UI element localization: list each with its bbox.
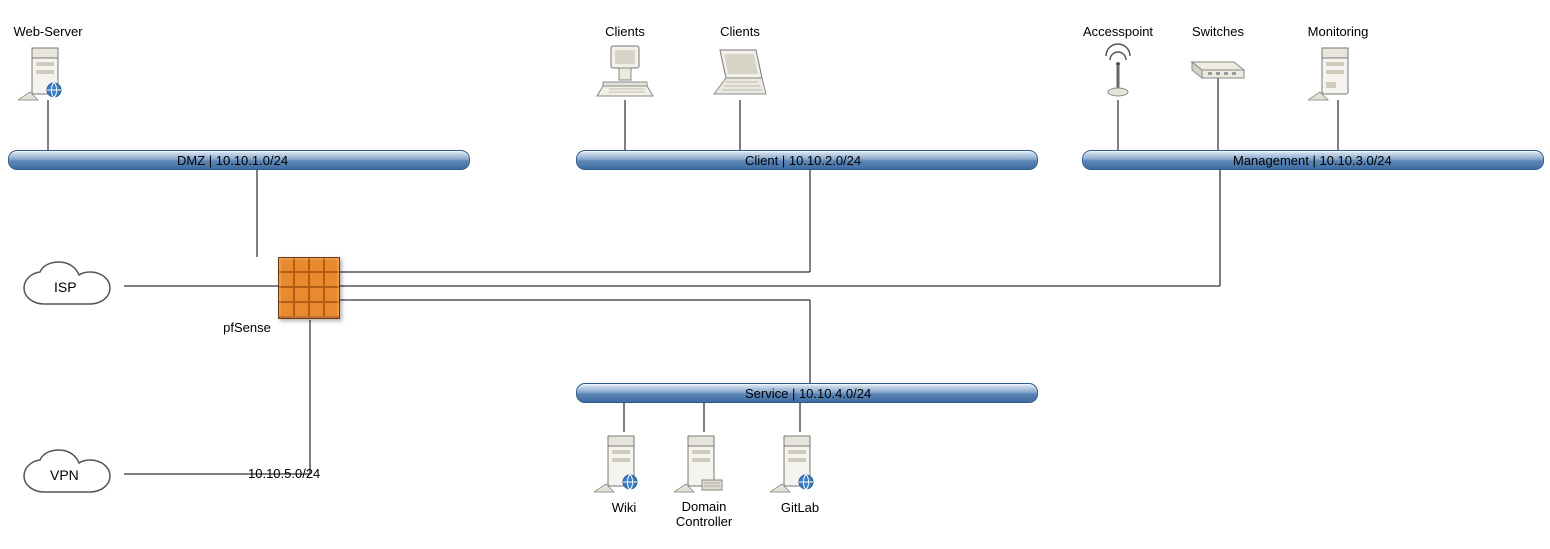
service-segment: Service | 10.10.4.0/24 xyxy=(576,383,1038,403)
pfsense-label: pfSense xyxy=(223,320,271,335)
management-segment-label: Management | 10.10.3.0/24 xyxy=(1225,151,1392,169)
gitlab-server-icon xyxy=(770,432,830,496)
monitoring-label: Monitoring xyxy=(1308,24,1369,39)
wiki-server-icon xyxy=(594,432,654,496)
client-segment: Client | 10.10.2.0/24 xyxy=(576,150,1038,170)
firewall-icon xyxy=(278,257,338,317)
accesspoint-label: Accesspoint xyxy=(1083,24,1153,39)
desktop-client-icon xyxy=(595,42,655,102)
vpn-label: VPN xyxy=(50,467,79,483)
laptop-client-icon xyxy=(708,42,768,102)
switches-icon xyxy=(1188,48,1248,88)
service-segment-label: Service | 10.10.4.0/24 xyxy=(737,384,871,402)
gitlab-label: GitLab xyxy=(781,500,819,515)
accesspoint-icon xyxy=(1088,42,1148,102)
dmz-segment-label: DMZ | 10.10.1.0/24 xyxy=(169,151,288,169)
web-server-label: Web-Server xyxy=(13,24,82,39)
clients1-label: Clients xyxy=(605,24,645,39)
management-segment: Management | 10.10.3.0/24 xyxy=(1082,150,1544,170)
dc-label: Domain Controller xyxy=(676,500,732,530)
wiki-label: Wiki xyxy=(612,500,637,515)
client-segment-label: Client | 10.10.2.0/24 xyxy=(737,151,861,169)
isp-label: ISP xyxy=(54,279,77,295)
switches-label: Switches xyxy=(1192,24,1244,39)
dc-server-icon xyxy=(674,432,734,496)
vpn-subnet-label: 10.10.5.0/24 xyxy=(248,466,320,481)
dmz-segment: DMZ | 10.10.1.0/24 xyxy=(8,150,470,170)
web-server-icon xyxy=(18,42,78,102)
monitoring-server-icon xyxy=(1308,42,1368,102)
clients2-label: Clients xyxy=(720,24,760,39)
